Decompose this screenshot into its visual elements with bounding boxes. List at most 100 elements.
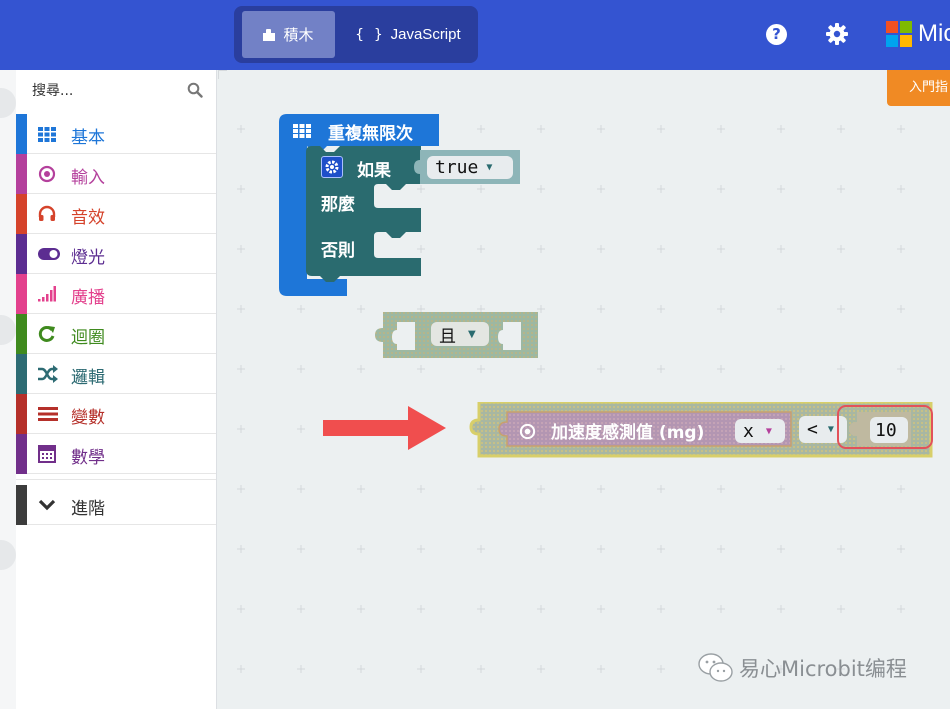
grid-cross [357, 545, 365, 553]
search-input[interactable]: 搜尋... [32, 80, 73, 100]
grid-cross [837, 605, 845, 613]
grid-cross [477, 125, 485, 133]
dropdown-arrow-icon: ▼ [468, 328, 476, 340]
grid-cross [537, 545, 545, 553]
grid-cross [297, 605, 305, 613]
grid-cross [297, 365, 305, 373]
grid-cross [357, 665, 365, 673]
grid-cross [717, 305, 725, 313]
category-color-bar [16, 114, 27, 154]
grid-cross [897, 365, 905, 373]
list-icon [38, 407, 58, 421]
top-bar: 積木 { } JavaScript ? Mic [0, 0, 950, 70]
grid-cross [237, 425, 245, 433]
and-dropdown[interactable]: 且 ▼ [431, 322, 489, 347]
toolbox: 搜尋... 基本 輸入 音效 燈光 廣播 迴圈 邏輯 變數 數學 進階 [16, 70, 217, 709]
wechat-icon [698, 653, 733, 682]
category-loops[interactable]: 迴圈 [16, 314, 216, 354]
javascript-tab-label: JavaScript [390, 26, 461, 43]
headphones-icon [38, 205, 56, 221]
grid-icon [293, 124, 311, 138]
acceleration-label: 加速度感測值 (mg) [551, 423, 705, 443]
grid-cross [837, 365, 845, 373]
toolbox-search[interactable]: 搜尋... [16, 70, 216, 110]
signal-icon [38, 286, 56, 302]
category-math[interactable]: 數學 [16, 434, 216, 474]
category-label: 進階 [71, 499, 105, 519]
category-color-bar [16, 394, 27, 434]
category-radio[interactable]: 廣播 [16, 274, 216, 314]
grid-cross [717, 245, 725, 253]
grid-cross [657, 665, 665, 673]
grid-cross [897, 125, 905, 133]
gear-icon[interactable] [825, 22, 849, 46]
category-color-bar [16, 154, 27, 194]
category-color-bar [16, 194, 27, 234]
grid-cross [477, 545, 485, 553]
grid-cross [597, 125, 605, 133]
grid-cross [837, 125, 845, 133]
microsoft-logo-icon [886, 21, 912, 47]
grid-cross [237, 305, 245, 313]
grid-icon [38, 127, 56, 142]
grid-cross [357, 305, 365, 313]
brand-text: Mic [918, 20, 950, 47]
grid-cross [777, 485, 785, 493]
calculator-icon [38, 445, 56, 463]
category-led[interactable]: 燈光 [16, 234, 216, 274]
category-label: 音效 [71, 208, 105, 228]
getting-started-button[interactable]: 入門指 [887, 70, 950, 106]
category-advanced[interactable]: 進階 [16, 485, 216, 525]
dropdown-arrow-icon: ▼ [827, 424, 834, 435]
category-input[interactable]: 輸入 [16, 154, 216, 194]
true-value: true [435, 157, 479, 178]
grid-cross [297, 425, 305, 433]
axis-dropdown[interactable]: x ▼ [735, 419, 785, 443]
category-label: 基本 [71, 128, 105, 148]
category-label: 邏輯 [71, 368, 105, 388]
grid-cross [237, 245, 245, 253]
category-music[interactable]: 音效 [16, 194, 216, 234]
grid-cross [777, 365, 785, 373]
grid-cross [717, 125, 725, 133]
search-icon[interactable] [187, 82, 203, 98]
axis-value: x [743, 420, 754, 442]
grid-cross [777, 185, 785, 193]
target-icon [519, 423, 536, 440]
grid-cross [417, 665, 425, 673]
grid-cross [897, 605, 905, 613]
grid-cross [897, 185, 905, 193]
grid-cross [657, 485, 665, 493]
grid-cross [837, 185, 845, 193]
watermark-text: 易心Microbit编程 [739, 657, 907, 681]
category-variables[interactable]: 變數 [16, 394, 216, 434]
grid-cross [237, 185, 245, 193]
grid-cross [477, 185, 485, 193]
grid-cross [477, 365, 485, 373]
category-color-bar [16, 234, 27, 274]
editor-mode-switch: 積木 { } JavaScript [234, 6, 478, 63]
background-strip [0, 70, 16, 709]
grid-cross [597, 245, 605, 253]
grid-cross [777, 245, 785, 253]
grid-cross [837, 305, 845, 313]
grid-cross [297, 665, 305, 673]
grid-cross [537, 185, 545, 193]
grid-cross [477, 485, 485, 493]
grid-cross [417, 605, 425, 613]
settings-icon[interactable] [321, 156, 343, 178]
category-basic[interactable]: 基本 [16, 114, 216, 154]
grid-cross [237, 605, 245, 613]
blocks-tab[interactable]: 積木 [242, 11, 335, 58]
javascript-tab[interactable]: { } JavaScript [344, 11, 472, 58]
category-logic[interactable]: 邏輯 [16, 354, 216, 394]
refresh-icon [38, 325, 55, 342]
grid-cross [537, 365, 545, 373]
help-icon[interactable]: ? [766, 24, 787, 45]
category-color-bar [16, 485, 27, 525]
grid-cross [777, 545, 785, 553]
grid-cross [537, 485, 545, 493]
grid-cross [717, 605, 725, 613]
true-dropdown[interactable]: true ▼ [427, 156, 513, 179]
grid-cross [597, 545, 605, 553]
